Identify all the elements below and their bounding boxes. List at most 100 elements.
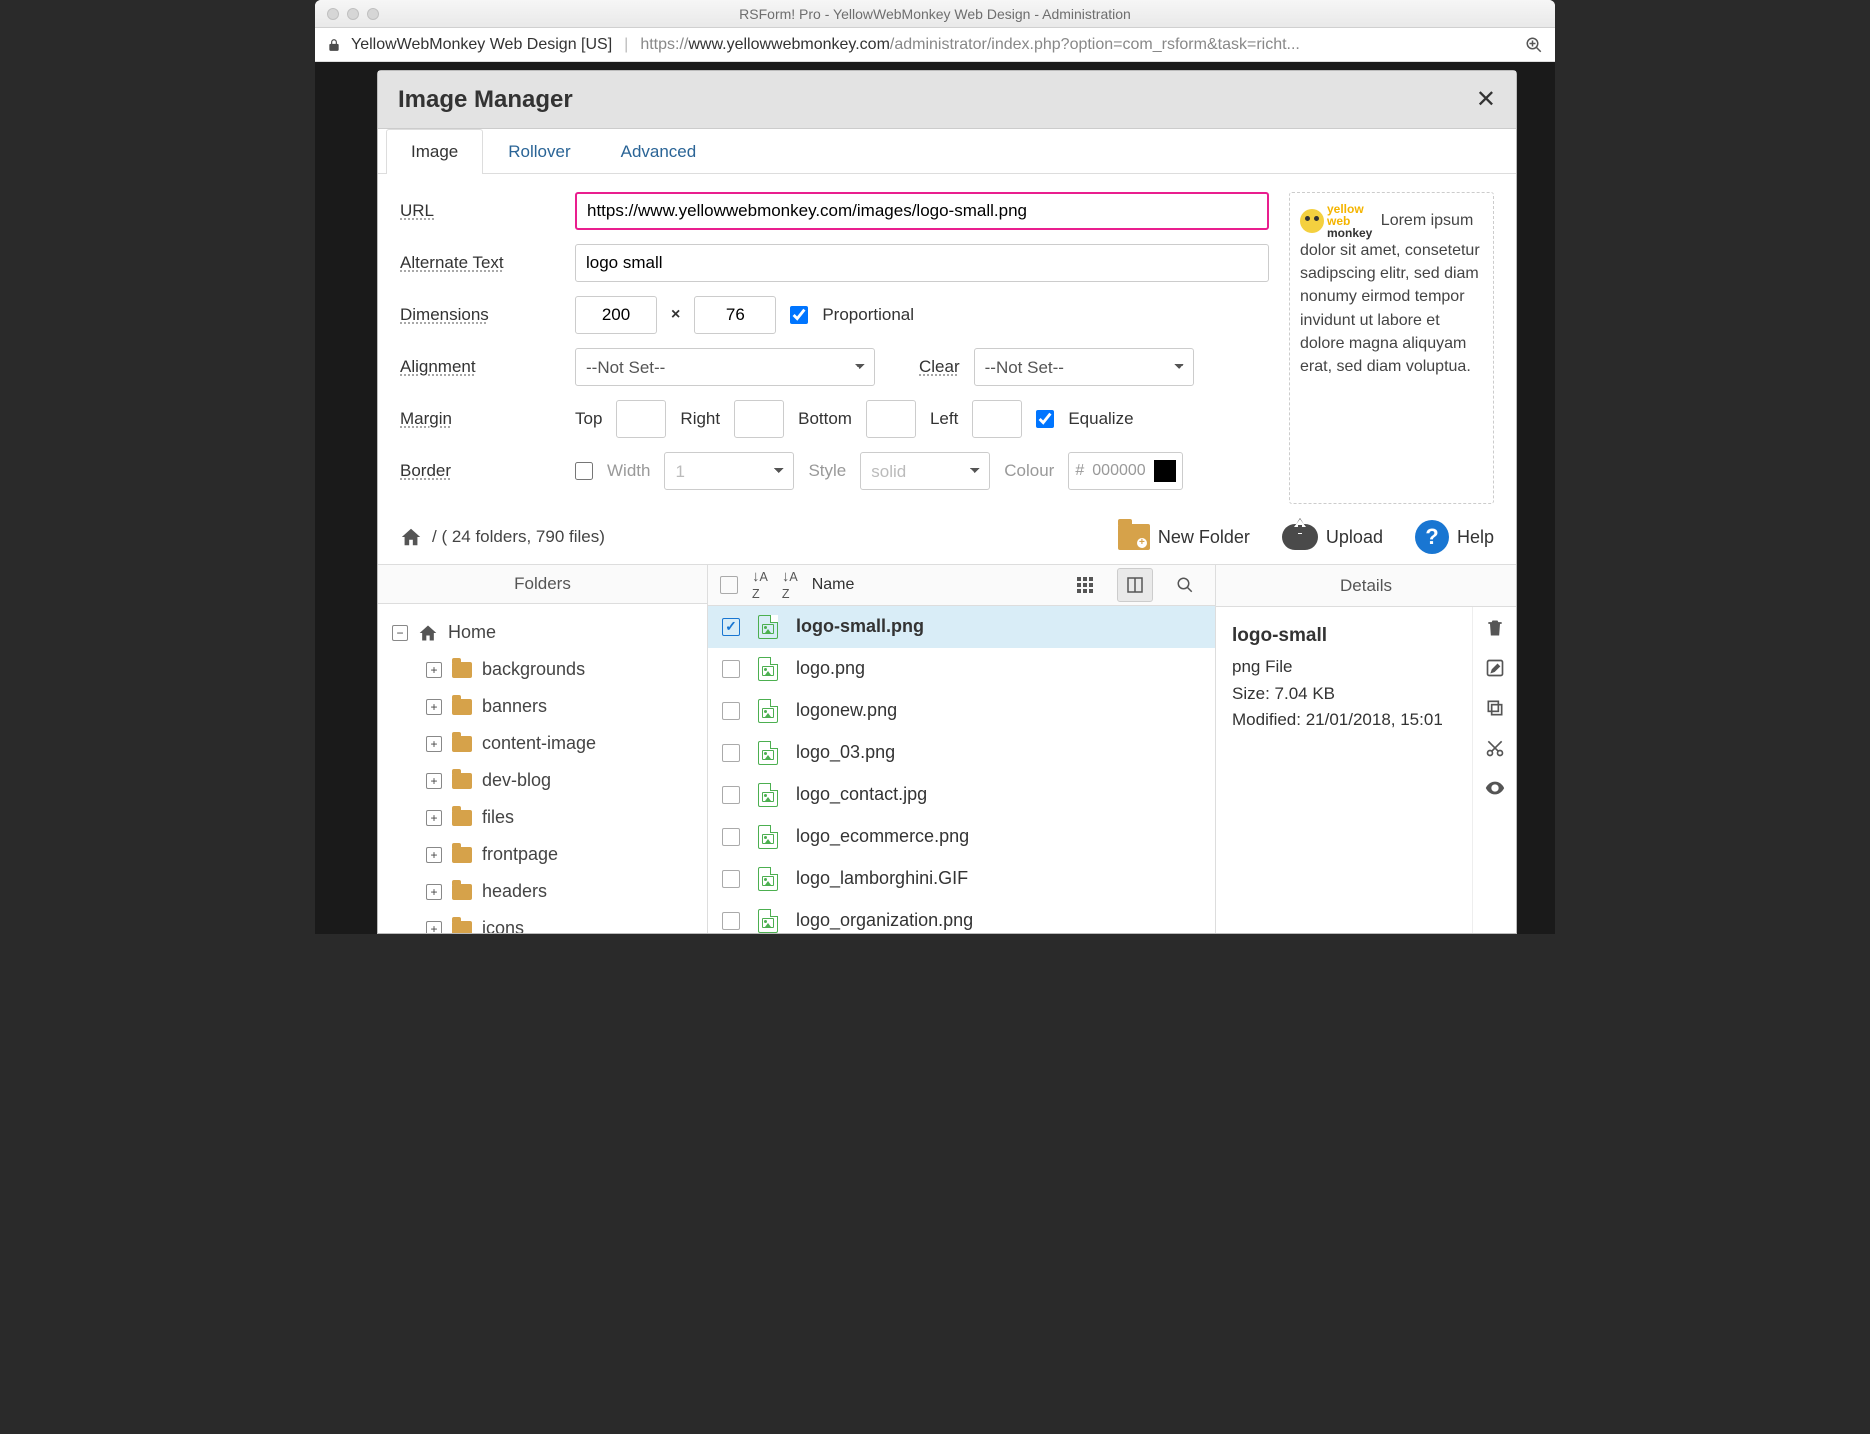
file-checkbox[interactable]: [722, 660, 740, 678]
traffic-min[interactable]: [347, 8, 359, 20]
traffic-close[interactable]: [327, 8, 339, 20]
height-input[interactable]: [694, 296, 776, 334]
border-label: Border: [400, 461, 575, 481]
file-row[interactable]: logo_organization.png: [708, 900, 1215, 933]
alignment-label: Alignment: [400, 357, 575, 377]
expand-icon[interactable]: +: [426, 662, 442, 678]
proportional-checkbox[interactable]: [790, 306, 808, 324]
file-row[interactable]: logonew.png: [708, 690, 1215, 732]
expand-icon[interactable]: +: [426, 810, 442, 826]
help-button[interactable]: ? Help: [1415, 520, 1494, 554]
expand-icon[interactable]: +: [426, 921, 442, 933]
sort-za-icon[interactable]: ↓AZ: [782, 568, 798, 602]
image-file-icon: [758, 615, 778, 639]
copy-icon[interactable]: [1484, 697, 1506, 719]
lock-icon: [327, 38, 341, 52]
file-row[interactable]: logo_contact.jpg: [708, 774, 1215, 816]
margin-left-input[interactable]: [972, 400, 1022, 438]
expand-icon[interactable]: +: [426, 884, 442, 900]
edit-icon[interactable]: [1484, 657, 1506, 679]
margin-bottom-input[interactable]: [866, 400, 916, 438]
close-icon[interactable]: ✕: [1476, 85, 1496, 114]
file-checkbox[interactable]: [722, 744, 740, 762]
search-button[interactable]: [1167, 568, 1203, 602]
border-style-select[interactable]: solid: [860, 452, 990, 490]
file-row[interactable]: logo_ecommerce.png: [708, 816, 1215, 858]
expand-icon[interactable]: +: [426, 699, 442, 715]
cut-icon[interactable]: [1484, 737, 1506, 759]
file-checkbox[interactable]: [722, 912, 740, 930]
tree-folder-content-image[interactable]: +content-image: [392, 725, 693, 762]
border-checkbox[interactable]: [575, 462, 593, 480]
grid-view-button[interactable]: [1067, 568, 1103, 602]
colour-swatch[interactable]: [1154, 460, 1176, 482]
delete-icon[interactable]: [1484, 617, 1506, 639]
alt-input[interactable]: [575, 244, 1269, 282]
expand-icon[interactable]: +: [426, 736, 442, 752]
folder-icon: [452, 810, 472, 826]
traffic-max[interactable]: [367, 8, 379, 20]
split-view-button[interactable]: [1117, 568, 1153, 602]
new-folder-button[interactable]: + New Folder: [1118, 524, 1250, 550]
view-icon[interactable]: [1484, 777, 1506, 799]
image-file-icon: [758, 741, 778, 765]
tree-folder-banners[interactable]: +banners: [392, 688, 693, 725]
clear-select[interactable]: --Not Set--: [974, 348, 1194, 386]
tree-home[interactable]: − Home: [392, 614, 693, 651]
expand-icon[interactable]: +: [426, 773, 442, 789]
equalize-label: Equalize: [1068, 409, 1133, 429]
expand-icon[interactable]: +: [426, 847, 442, 863]
folder-icon: [452, 662, 472, 678]
margin-top-label: Top: [575, 409, 602, 429]
tree-home-label: Home: [448, 622, 496, 643]
file-checkbox[interactable]: [722, 618, 740, 636]
image-file-icon: [758, 909, 778, 933]
border-width-select[interactable]: 1: [664, 452, 794, 490]
preview-logo-icon: yellowwebmonkey: [1300, 203, 1372, 239]
margin-right-input[interactable]: [734, 400, 784, 438]
details-size: Size: 7.04 KB: [1232, 681, 1456, 707]
margin-bottom-label: Bottom: [798, 409, 852, 429]
file-name: logo_ecommerce.png: [796, 826, 969, 847]
tab-advanced[interactable]: Advanced: [596, 129, 722, 174]
file-checkbox[interactable]: [722, 870, 740, 888]
select-all-checkbox[interactable]: [720, 576, 738, 594]
file-name: logo_organization.png: [796, 910, 973, 931]
tab-image[interactable]: Image: [386, 129, 483, 174]
url-input[interactable]: [575, 192, 1269, 230]
width-input[interactable]: [575, 296, 657, 334]
image-file-icon: [758, 657, 778, 681]
border-colour-input[interactable]: #000000: [1068, 452, 1182, 490]
tab-rollover[interactable]: Rollover: [483, 129, 595, 174]
file-row[interactable]: logo.png: [708, 648, 1215, 690]
file-checkbox[interactable]: [722, 828, 740, 846]
folder-label: icons: [482, 918, 524, 933]
name-header[interactable]: Name: [812, 576, 855, 594]
tree-folder-headers[interactable]: +headers: [392, 873, 693, 910]
margin-label: Margin: [400, 409, 575, 429]
url-domain: www.yellowwebmonkey.com: [688, 36, 890, 54]
home-icon[interactable]: [400, 526, 422, 548]
file-row[interactable]: logo_lamborghini.GIF: [708, 858, 1215, 900]
file-row[interactable]: logo-small.png: [708, 606, 1215, 648]
upload-button[interactable]: Upload: [1282, 524, 1383, 550]
equalize-checkbox[interactable]: [1036, 410, 1054, 428]
file-checkbox[interactable]: [722, 702, 740, 720]
sort-az-icon[interactable]: ↓AZ: [752, 568, 768, 602]
tree-folder-dev-blog[interactable]: +dev-blog: [392, 762, 693, 799]
margin-top-input[interactable]: [616, 400, 666, 438]
tree-folder-frontpage[interactable]: +frontpage: [392, 836, 693, 873]
alignment-select[interactable]: --Not Set--: [575, 348, 875, 386]
file-row[interactable]: logo_03.png: [708, 732, 1215, 774]
tree-folder-icons[interactable]: + icons: [392, 910, 693, 933]
collapse-icon[interactable]: −: [392, 625, 408, 641]
modal-title: Image Manager: [398, 86, 573, 114]
site-name: YellowWebMonkey Web Design [US]: [351, 36, 612, 54]
tree-folder-backgrounds[interactable]: +backgrounds: [392, 651, 693, 688]
border-colour-value: 000000: [1092, 462, 1145, 480]
file-checkbox[interactable]: [722, 786, 740, 804]
details-header: Details: [1216, 565, 1516, 607]
tree-folder-files[interactable]: +files: [392, 799, 693, 836]
folder-icon: [452, 699, 472, 715]
zoom-icon[interactable]: [1525, 36, 1543, 54]
